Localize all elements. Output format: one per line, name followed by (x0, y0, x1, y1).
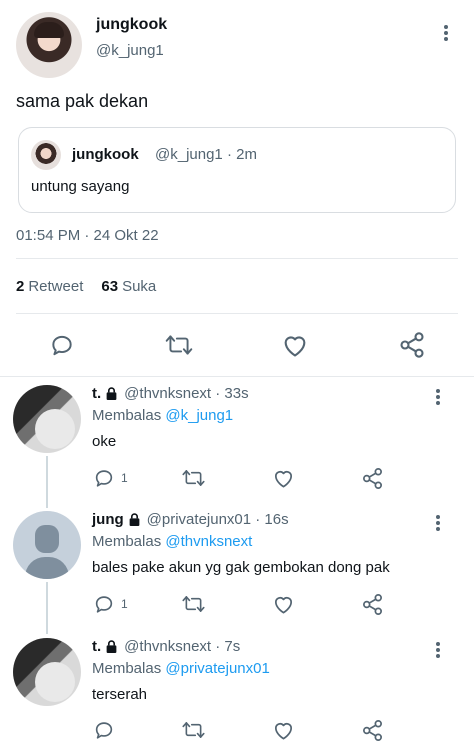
mention-link[interactable]: @k_jung1 (165, 407, 233, 424)
share-button[interactable] (398, 331, 426, 359)
reply-item[interactable]: t. @thvnksnext · 33s Membalas @k_jung1 o… (0, 385, 474, 505)
author-handle[interactable]: @k_jung1 (96, 42, 164, 59)
mention-link[interactable]: @thvnksnext (165, 533, 252, 550)
replying-to-label: Membalas (92, 660, 162, 677)
reply-item[interactable]: t. @thvnksnext · 7s Membalas @privatejun… (0, 638, 474, 753)
retweet-label: Retweet (28, 278, 84, 295)
reply-author[interactable]: t. @thvnksnext · 7s (92, 638, 240, 655)
reply-author[interactable]: jung @privatejunx01 · 16s (92, 511, 289, 528)
replying-to: Membalas @thvnksnext (92, 533, 252, 550)
like-icon (274, 470, 293, 488)
reply-button[interactable]: 1 (93, 593, 128, 615)
replying-to-label: Membalas (92, 533, 162, 550)
reply-author-handle: @thvnksnext · 7s (124, 638, 241, 655)
reply-item[interactable]: jung @privatejunx01 · 16s Membalas @thvn… (0, 511, 474, 631)
more-vertical-icon (436, 515, 440, 531)
quoted-tweet[interactable]: jungkook @k_jung1 · 2m untung sayang (18, 127, 456, 213)
like-label: Suka (122, 278, 157, 295)
share-button[interactable] (361, 719, 384, 742)
reply-actions: 1 (0, 593, 474, 617)
reply-author-name: t. (92, 638, 102, 655)
lock-icon (106, 640, 117, 653)
share-button[interactable] (361, 593, 384, 616)
reply-text: bales pake akun yg gak gembokan dong pak (92, 559, 390, 576)
divider (16, 258, 458, 259)
share-button[interactable] (361, 467, 384, 490)
share-icon (363, 594, 382, 615)
share-icon (363, 468, 382, 489)
reply-count: 1 (121, 597, 128, 611)
divider (0, 376, 474, 377)
tweet-actions (0, 330, 474, 360)
divider (16, 313, 458, 314)
reply-author-name: t. (92, 385, 102, 402)
mention-link[interactable]: @privatejunx01 (165, 660, 269, 677)
reply-text: terserah (92, 686, 148, 703)
reply-button[interactable]: 1 (93, 467, 128, 489)
share-icon (363, 720, 382, 741)
reply-button[interactable] (49, 332, 75, 358)
retweet-stat[interactable]: 2 Retweet (16, 278, 83, 295)
tweet-header: jungkook @k_jung1 (16, 12, 458, 78)
like-button[interactable] (281, 332, 309, 358)
more-options-button[interactable] (428, 513, 448, 533)
reply-avatar[interactable] (13, 511, 81, 579)
reply-icon (95, 596, 113, 613)
replying-to: Membalas @k_jung1 (92, 407, 233, 424)
reply-text: oke (92, 433, 117, 450)
more-options-button[interactable] (428, 387, 448, 407)
lock-icon (106, 387, 117, 400)
reply-actions: 1 (0, 467, 474, 491)
quote-avatar (31, 140, 61, 170)
retweet-button[interactable] (181, 593, 206, 615)
reply-author[interactable]: t. @thvnksnext · 33s (92, 385, 249, 402)
reply-author-handle: @thvnksnext · 33s (124, 385, 249, 402)
more-options-button[interactable] (428, 640, 448, 660)
retweet-button[interactable] (181, 719, 206, 741)
like-button[interactable] (272, 593, 295, 615)
author-name[interactable]: jungkook (96, 16, 167, 34)
lock-icon (129, 513, 140, 526)
retweet-icon (182, 722, 205, 738)
tweet-stats: 2 Retweet 63 Suka (16, 278, 156, 295)
like-icon (284, 336, 306, 357)
reply-avatar[interactable] (13, 638, 81, 706)
reply-author-name: jung (92, 511, 124, 528)
replying-to-label: Membalas (92, 407, 162, 424)
reply-icon (52, 335, 72, 356)
like-icon (274, 596, 293, 614)
quote-author-name: jungkook (72, 146, 139, 163)
like-count: 63 (101, 278, 119, 295)
like-stat[interactable]: 63 Suka (101, 278, 156, 295)
author-avatar[interactable] (16, 12, 82, 78)
reply-count: 1 (121, 471, 128, 485)
reply-actions (0, 719, 474, 743)
share-icon (400, 332, 424, 358)
more-vertical-icon (436, 642, 440, 658)
retweet-count: 2 (16, 278, 25, 295)
like-icon (274, 722, 293, 740)
reply-avatar[interactable] (13, 385, 81, 453)
more-vertical-icon (436, 389, 440, 405)
quote-text: untung sayang (31, 178, 130, 195)
retweet-icon (182, 596, 205, 612)
reply-icon (95, 722, 113, 739)
like-button[interactable] (272, 719, 295, 741)
tweet-timestamp: 01:54 PM · 24 Okt 22 (16, 227, 159, 244)
retweet-button[interactable] (164, 332, 194, 358)
more-options-button[interactable] (436, 23, 456, 43)
retweet-icon (182, 470, 205, 486)
reply-button[interactable] (93, 719, 115, 741)
quote-author-handle: @k_jung1 · 2m (155, 146, 257, 163)
more-vertical-icon (444, 25, 448, 41)
replying-to: Membalas @privatejunx01 (92, 660, 270, 677)
reply-icon (95, 470, 113, 487)
reply-author-handle: @privatejunx01 · 16s (146, 511, 289, 528)
retweet-button[interactable] (181, 467, 206, 489)
like-button[interactable] (272, 467, 295, 489)
retweet-icon (165, 335, 193, 355)
tweet-text: sama pak dekan (16, 91, 149, 111)
